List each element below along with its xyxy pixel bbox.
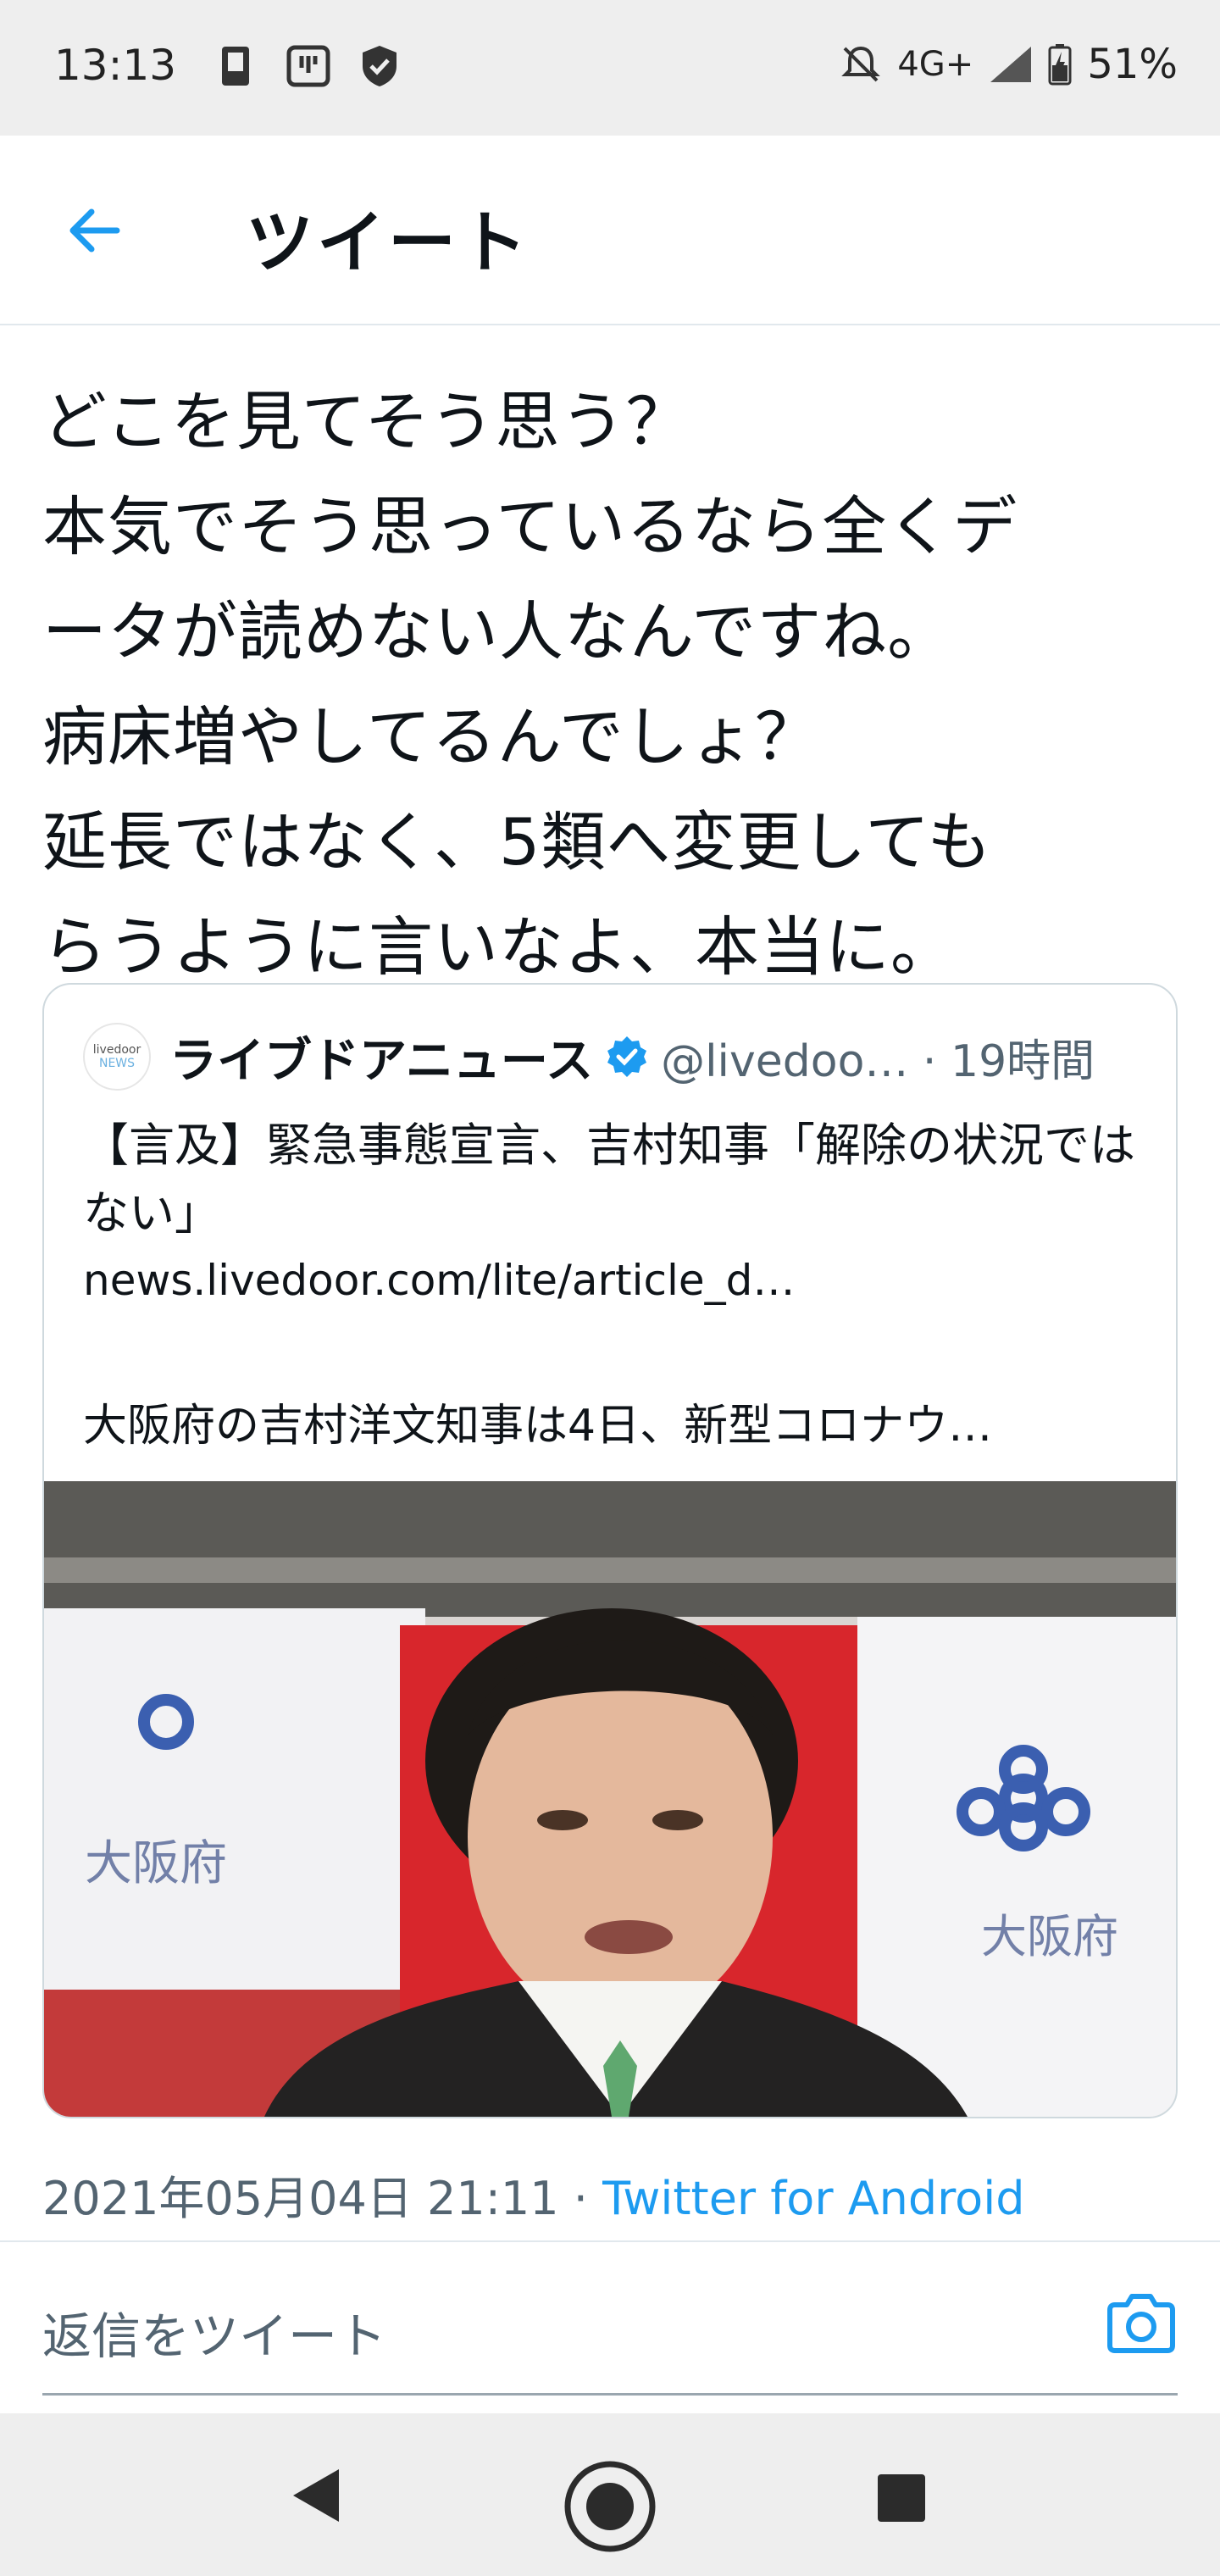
voicemail-icon [286,45,330,87]
avatar-line-2: NEWS [98,1057,136,1070]
tweet-text: どこを見てそう思う？ 本気でそう思っているなら全くデ ータが読めない人なんですね… [42,384,1018,985]
battery-percent: 51% [1087,41,1178,88]
avatar[interactable]: livedoor NEWS [83,1023,151,1091]
home-nav-icon[interactable] [563,2459,657,2554]
divider [0,2240,1220,2242]
news-photo[interactable]: 大阪府 大阪府 [44,1481,1176,2117]
status-bar: 13:13 4G+ 51% [0,0,1220,136]
shield-icon [363,46,396,86]
quoted-tweet-card[interactable]: livedoor NEWS ライブドアニュース @livedoo… · 19時間… [42,983,1178,2118]
back-nav-icon[interactable] [288,2466,342,2525]
quoted-tweet-title: 【言及】緊急事態宣言、吉村知事「解除の状況ではない」 [83,1119,1135,1240]
client-link[interactable]: Twitter for Android [602,2172,1024,2225]
mute-icon [841,46,881,82]
quoted-tweet-link[interactable]: news.livedoor.com/lite/article_d… [83,1256,795,1305]
arrow-left-icon[interactable] [61,197,129,264]
photo-sign-left: 大阪府 [85,1836,227,1891]
app-header: ツイート [0,136,1220,325]
timestamp-text: 2021年05月04日 21:11 · [42,2172,603,2225]
recents-nav-icon[interactable] [876,2473,927,2523]
source-name[interactable]: ライブドアニュース [169,1023,593,1091]
status-time: 13:13 [54,41,177,90]
android-nav-bar [0,2413,1220,2576]
avatar-line-1: livedoor [92,1043,141,1057]
reply-input[interactable]: 返信をツイート [42,2296,386,2368]
status-right: 4G+ 51% [840,41,1178,88]
sim-icon [222,47,249,86]
reply-underline [42,2393,1178,2396]
signal-icon [990,47,1032,82]
source-handle-time: @livedoo… · 19時間 [661,1035,1095,1087]
camera-icon[interactable] [1105,2291,1178,2356]
photo-sign-right: 大阪府 [981,1910,1118,1963]
quoted-tweet-description: 大阪府の吉村洋文知事は4日、新型コロナウ… [83,1401,993,1452]
battery-icon [1048,44,1072,86]
quoted-tweet-header: livedoor NEWS ライブドアニュース @livedoo… · 19時間 [83,1023,1151,1091]
page-title: ツイート [246,203,530,282]
network-label: 4G+ [897,45,974,84]
verified-badge-icon [607,1036,647,1077]
tweet-timestamp: 2021年05月04日 21:11 · Twitter for Android [42,2161,1024,2228]
